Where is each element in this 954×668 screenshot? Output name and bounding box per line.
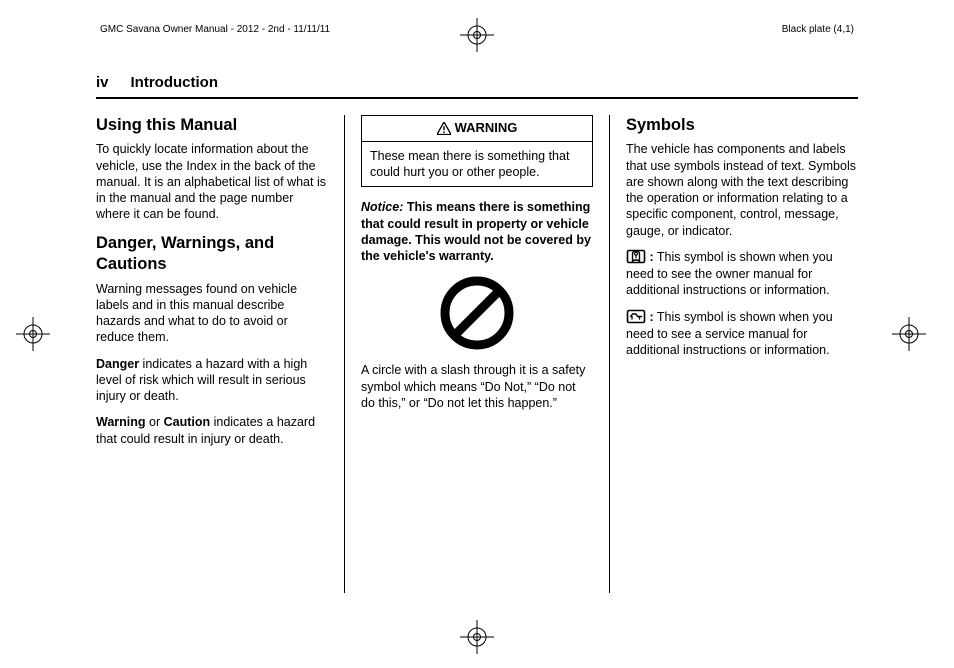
- term-danger: Danger: [96, 357, 139, 371]
- body-text: A circle with a slash through it is a sa…: [361, 362, 593, 411]
- term-caution: Caution: [164, 415, 211, 429]
- warning-body: These mean there is something that could…: [362, 142, 592, 187]
- symbol-definition: : This symbol is shown when you need to …: [626, 249, 858, 299]
- section-title: Introduction: [131, 74, 218, 91]
- body-text: To quickly locate information about the …: [96, 141, 328, 222]
- body-text: This symbol is shown when you need to se…: [626, 250, 833, 297]
- registration-mark-icon: [16, 317, 50, 351]
- body-text: or: [146, 415, 164, 429]
- body-text: Warning or Caution indicates a hazard th…: [96, 414, 328, 447]
- registration-mark-icon: [460, 620, 494, 654]
- print-header: GMC Savana Owner Manual - 2012 - 2nd - 1…: [100, 24, 854, 35]
- plate-label: Black plate (4,1): [782, 24, 854, 35]
- body-columns: Using this Manual To quickly locate info…: [96, 115, 858, 593]
- heading-symbols: Symbols: [626, 115, 858, 136]
- body-text: The vehicle has components and labels th…: [626, 141, 858, 239]
- warning-box: WARNING These mean there is something th…: [361, 115, 593, 187]
- page-content: iv Introduction Using this Manual To qui…: [96, 74, 858, 610]
- warning-title: WARNING: [455, 120, 518, 137]
- registration-mark-icon: [460, 18, 494, 52]
- do-not-icon: [438, 274, 516, 352]
- notice-label: Notice:: [361, 200, 403, 214]
- column-3: Symbols The vehicle has components and l…: [610, 115, 858, 593]
- column-1: Using this Manual To quickly locate info…: [96, 115, 344, 593]
- term-warning: Warning: [96, 415, 146, 429]
- column-2: WARNING These mean there is something th…: [344, 115, 610, 593]
- owner-manual-icon: [626, 249, 646, 264]
- symbol-definition: : This symbol is shown when you need to …: [626, 309, 858, 359]
- registration-mark-icon: [892, 317, 926, 351]
- warning-box-header: WARNING: [362, 116, 592, 142]
- service-manual-icon: [626, 309, 646, 324]
- page-number: iv: [96, 74, 109, 91]
- heading-danger-warnings: Danger, Warnings, and Cautions: [96, 233, 328, 276]
- running-head: iv Introduction: [96, 74, 858, 99]
- heading-using-manual: Using this Manual: [96, 115, 328, 136]
- doc-title: GMC Savana Owner Manual - 2012 - 2nd - 1…: [100, 24, 330, 35]
- body-text: Danger indicates a hazard with a high le…: [96, 356, 328, 405]
- body-text: This symbol is shown when you need to se…: [626, 310, 833, 357]
- body-text: Warning messages found on vehicle labels…: [96, 281, 328, 346]
- notice-text: Notice: This means there is something th…: [361, 199, 593, 264]
- warning-triangle-icon: [437, 122, 451, 135]
